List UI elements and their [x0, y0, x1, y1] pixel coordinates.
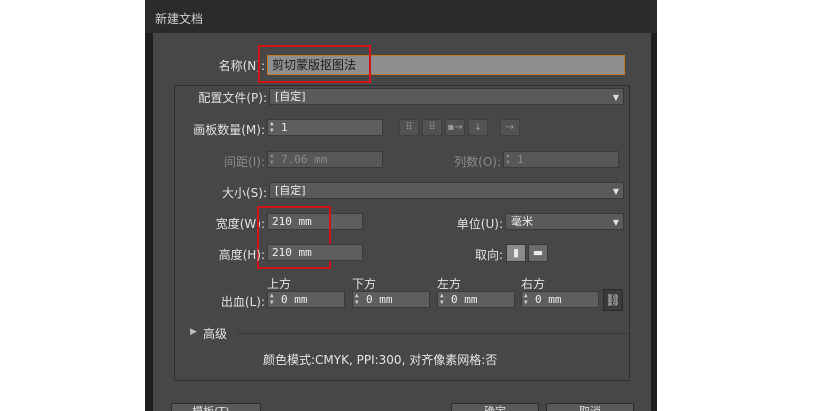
arrange-by-column-icon[interactable]: ↓: [468, 119, 488, 136]
stepper-arrows-icon[interactable]: ▲ ▼: [270, 292, 274, 306]
units-value: 毫米: [511, 215, 533, 228]
bleed-bottom-stepper[interactable]: ▲ ▼ 0 mm: [352, 291, 430, 308]
size-select[interactable]: [自定] ▼: [269, 182, 624, 199]
advanced-label[interactable]: 高级: [203, 325, 227, 342]
size-value: [自定]: [275, 184, 306, 197]
size-label: 大小(S):: [221, 186, 267, 200]
bleed-top-stepper[interactable]: ▲ ▼ 0 mm: [267, 291, 345, 308]
bleed-left-label: 左方: [437, 277, 462, 291]
new-document-dialog: 新建文档 名称(N): 剪切蒙版抠图法 配置文件(P): [自定] ▼ 画板数量…: [145, 0, 657, 411]
arrange-by-row-icon[interactable]: ▪→: [445, 119, 465, 136]
dialog-body: 名称(N): 剪切蒙版抠图法 配置文件(P): [自定] ▼ 画板数量(M): …: [153, 33, 651, 411]
height-input[interactable]: 210 mm: [267, 244, 363, 261]
landscape-icon[interactable]: ▬: [528, 244, 548, 262]
spacing-label: 间距(I):: [224, 155, 265, 169]
template-button[interactable]: 模板(T)...: [171, 403, 261, 411]
bleed-top-value: 0 mm: [281, 293, 308, 306]
units-select[interactable]: 毫米 ▼: [505, 213, 624, 230]
grid-by-row-icon[interactable]: ⠿: [399, 119, 419, 136]
profile-label: 配置文件(P):: [198, 91, 267, 105]
columns-stepper[interactable]: ▲ ▼ 1: [503, 151, 619, 168]
grid-by-column-icon[interactable]: ⠿: [422, 119, 442, 136]
units-label: 单位(U):: [456, 217, 503, 231]
height-label: 高度(H):: [218, 248, 265, 262]
highlight-name-box: [258, 45, 371, 83]
width-label: 宽度(W):: [215, 217, 265, 231]
link-bleed-icon[interactable]: ⛓: [603, 289, 623, 311]
bleed-top-label: 上方: [267, 277, 292, 291]
spacing-value: 7.06 mm: [281, 153, 328, 166]
name-label: 名称(N):: [218, 59, 265, 73]
advanced-divider: [237, 333, 629, 334]
bleed-left-value: 0 mm: [451, 293, 478, 306]
spacing-stepper[interactable]: ▲ ▼ 7.06 mm: [267, 151, 383, 168]
dialog-titlebar[interactable]: 新建文档: [145, 0, 657, 33]
stepper-arrows-icon[interactable]: ▲ ▼: [524, 292, 528, 306]
bleed-bottom-label: 下方: [352, 277, 377, 291]
portrait-icon[interactable]: ▮: [506, 244, 526, 262]
artboard-count-value: 1: [281, 121, 288, 134]
bleed-right-label: 右方: [521, 277, 546, 291]
expand-triangle-icon[interactable]: ▶: [190, 327, 197, 337]
ok-button[interactable]: 确定: [451, 403, 539, 411]
right-to-left-icon[interactable]: →: [500, 119, 520, 136]
columns-value: 1: [517, 153, 524, 166]
orientation-label: 取向:: [474, 248, 503, 262]
chevron-down-icon: ▼: [612, 218, 619, 227]
stepper-arrows-icon[interactable]: ▲ ▼: [270, 152, 274, 166]
bleed-label: 出血(L):: [220, 295, 265, 309]
artboard-count-label: 画板数量(M):: [193, 123, 265, 137]
stepper-arrows-icon[interactable]: ▲ ▼: [355, 292, 359, 306]
profile-value: [自定]: [275, 90, 306, 103]
bleed-right-value: 0 mm: [535, 293, 562, 306]
info-text: 颜色模式:CMYK, PPI:300, 对齐像素网格:否: [263, 353, 498, 367]
stepper-arrows-icon[interactable]: ▲ ▼: [506, 152, 510, 166]
bleed-right-stepper[interactable]: ▲ ▼ 0 mm: [521, 291, 599, 308]
cancel-button[interactable]: 取消: [546, 403, 634, 411]
stepper-arrows-icon[interactable]: ▲ ▼: [270, 120, 274, 134]
profile-select[interactable]: [自定] ▼: [269, 88, 624, 105]
columns-label: 列数(O):: [454, 155, 501, 169]
chevron-down-icon: ▼: [612, 187, 619, 196]
bleed-bottom-value: 0 mm: [366, 293, 393, 306]
stepper-arrows-icon[interactable]: ▲ ▼: [440, 292, 444, 306]
artboard-count-stepper[interactable]: ▲ ▼ 1: [267, 119, 383, 136]
dialog-title: 新建文档: [155, 12, 204, 26]
bleed-left-stepper[interactable]: ▲ ▼ 0 mm: [437, 291, 515, 308]
chevron-down-icon: ▼: [612, 93, 619, 102]
